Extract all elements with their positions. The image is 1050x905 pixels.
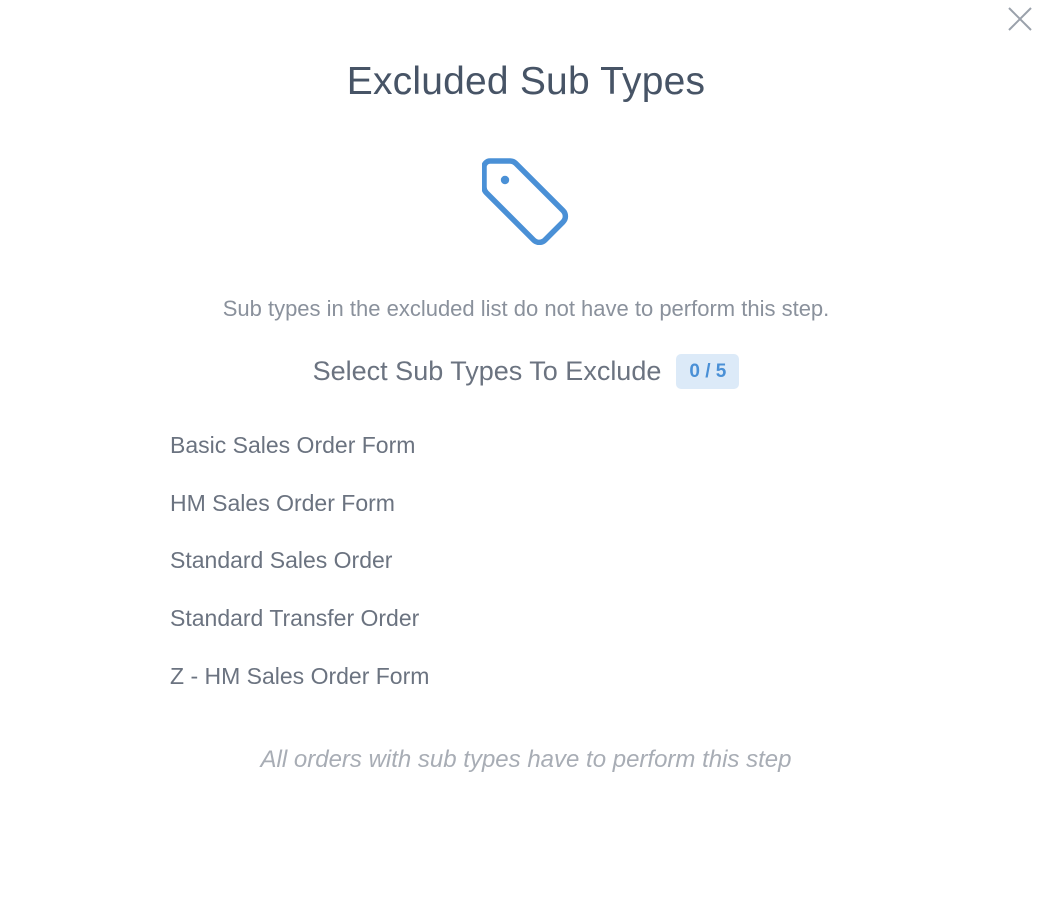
subtype-item[interactable]: Standard Transfer Order bbox=[170, 602, 429, 660]
modal-title: Excluded Sub Types bbox=[346, 60, 706, 103]
subtype-item[interactable]: Standard Sales Order bbox=[170, 544, 429, 602]
close-button[interactable] bbox=[1006, 5, 1034, 33]
select-heading: Select Sub Types To Exclude 0 / 5 bbox=[0, 354, 1050, 389]
empty-note: All orders with sub types have to perfor… bbox=[260, 746, 792, 773]
tag-icon bbox=[482, 157, 570, 245]
subtype-item[interactable]: Z - HM Sales Order Form bbox=[170, 660, 429, 718]
subtype-item[interactable]: HM Sales Order Form bbox=[170, 487, 429, 545]
description-text: Sub types in the excluded list do not ha… bbox=[222, 296, 830, 321]
subtype-item[interactable]: Basic Sales Order Form bbox=[170, 429, 429, 487]
subtype-list: Basic Sales Order Form HM Sales Order Fo… bbox=[170, 429, 429, 717]
select-heading-label: Select Sub Types To Exclude bbox=[312, 356, 662, 386]
close-icon bbox=[1008, 7, 1032, 31]
count-badge: 0 / 5 bbox=[676, 354, 740, 389]
